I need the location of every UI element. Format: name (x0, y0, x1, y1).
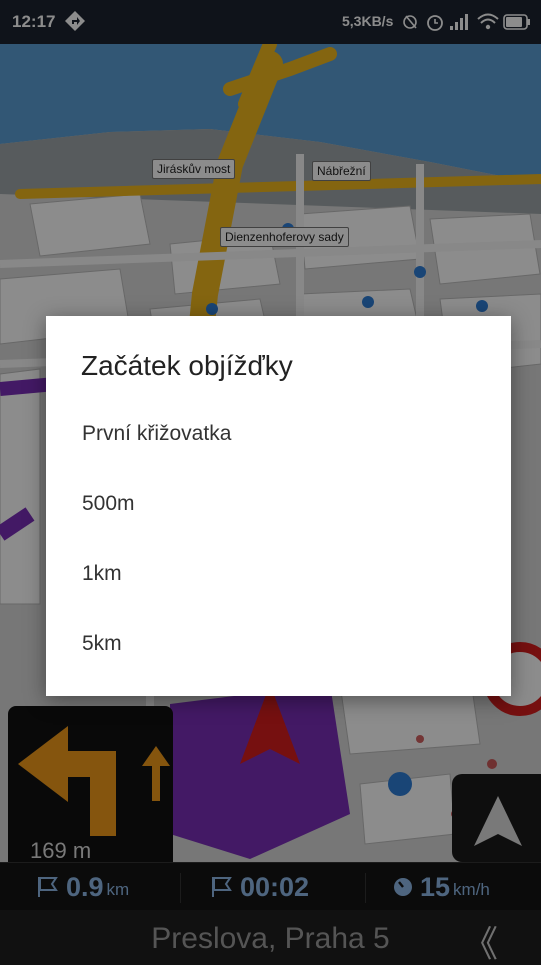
detour-start-dialog: Začátek objížďky První křižovatka 500m 1… (46, 316, 511, 696)
option-500m[interactable]: 500m (46, 471, 511, 537)
dialog-title: Začátek objížďky (81, 350, 293, 381)
option-5km[interactable]: 5km (46, 611, 511, 677)
navigation-screen: 12:17 5,3KB/s Jiráskův most Nábřežní Die… (0, 0, 541, 965)
option-first-intersection[interactable]: První křižovatka (46, 401, 511, 467)
option-1km[interactable]: 1km (46, 541, 511, 607)
